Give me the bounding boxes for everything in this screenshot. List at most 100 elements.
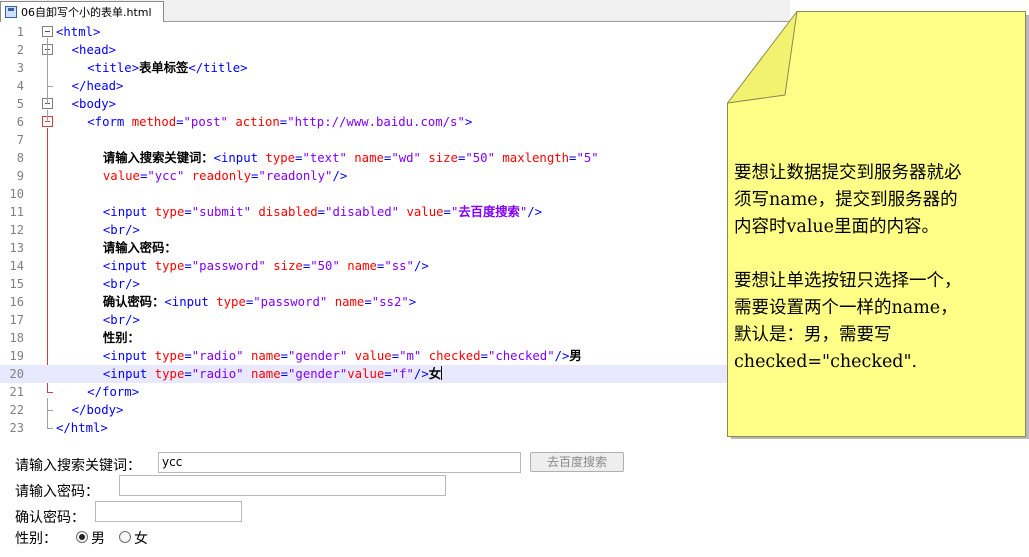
code-token: "radio"	[191, 367, 244, 381]
code-token: type	[154, 259, 185, 273]
line-number: 12	[9, 223, 24, 237]
code-token: "wd"	[391, 151, 421, 165]
code-line[interactable]: 1 <html>	[0, 23, 790, 41]
code-line[interactable]: 4 </head>	[0, 77, 790, 95]
line-number: 11	[9, 205, 24, 219]
code-line[interactable]: 20 <input type="radio" name="gender"valu…	[0, 365, 790, 383]
code-line[interactable]: 6 <form method="post" action="http://www…	[0, 113, 790, 131]
code-line[interactable]: 18 性别：	[0, 329, 790, 347]
line-number: 17	[9, 313, 24, 327]
note-line: 要想让数据提交到服务器就必	[734, 163, 962, 183]
code-token: <input	[102, 259, 155, 273]
code-line[interactable]: 13 请输入密码：	[0, 239, 790, 257]
line-number: 4	[16, 79, 24, 93]
code-line[interactable]: 9 value="ycc" readonly="readonly"/>	[0, 167, 790, 185]
line-number: 10	[9, 187, 24, 201]
code-token: <br/>	[102, 313, 140, 327]
code-text: <input type="radio" name="gender"value="…	[56, 365, 443, 383]
code-token: <form	[87, 115, 132, 129]
code-token: "submit"	[191, 205, 251, 219]
code-text: <br/>	[56, 275, 140, 293]
code-token: "http://www.baidu.com/s"	[287, 115, 465, 129]
code-line[interactable]: 19 <input type="radio" name="gender" val…	[0, 347, 790, 365]
text-caret	[441, 366, 443, 380]
code-text: <br/>	[56, 221, 140, 239]
code-line[interactable]: 5 <body>	[0, 95, 790, 113]
code-line[interactable]: 22 </body>	[0, 401, 790, 419]
note-text: 要想让数据提交到服务器就必 须写name，提交到服务器的 内容时value里面的…	[734, 160, 1026, 376]
code-token: readonly	[191, 169, 252, 183]
password-input[interactable]	[119, 475, 446, 496]
code-token: >	[408, 295, 417, 309]
code-line[interactable]: 12 <br/>	[0, 221, 790, 239]
file-tab-label: 06自卸写个小的表单.html	[21, 6, 152, 19]
line-number: 22	[9, 403, 24, 417]
code-editor[interactable]: 06自卸写个小的表单.html 1 <html> 2 <head> 3 <title>…	[0, 0, 790, 447]
code-token: "f"	[391, 367, 414, 381]
code-line[interactable]: 16 确认密码：<input type="password" name="ss2…	[0, 293, 790, 311]
keyword-input[interactable]: ycc	[158, 452, 521, 473]
code-token: <br/>	[102, 277, 140, 291]
gender-female-radio[interactable]	[119, 531, 131, 543]
code-line[interactable]: 21 </form>	[0, 383, 790, 401]
code-token: 性别：	[102, 331, 140, 345]
code-token: 男	[569, 349, 582, 363]
keyword-label: 请输入搜索关键词：	[15, 458, 141, 474]
code-line[interactable]: 8 请输入搜索关键词：<input type="text" name="wd" …	[0, 149, 790, 167]
code-token: "50"	[310, 259, 340, 273]
code-token: 确认密码：	[102, 295, 165, 309]
line-number: 16	[9, 295, 24, 309]
code-token: <body>	[71, 97, 117, 111]
code-line[interactable]: 23 </html>	[0, 419, 790, 437]
code-token: "ycc"	[147, 169, 185, 183]
code-token: method	[131, 115, 177, 129]
code-line[interactable]: 14 <input type="password" size="50" name…	[0, 257, 790, 275]
code-token: "radio"	[191, 349, 244, 363]
code-token: =	[391, 349, 400, 363]
line-number: 9	[16, 169, 24, 183]
code-token: "password"	[253, 295, 328, 309]
line-number: 2	[16, 43, 24, 57]
password-label: 请输入密码：	[15, 484, 99, 500]
code-token: =	[364, 295, 372, 309]
code-token: />	[413, 367, 429, 381]
line-number: 23	[9, 421, 24, 435]
search-button[interactable]: 去百度搜索	[530, 452, 624, 472]
confirm-password-input[interactable]	[95, 501, 242, 522]
code-text: <input type="password" size="50" name="s…	[56, 257, 429, 275]
note-line: 内容时value里面的内容。	[734, 217, 940, 237]
code-line[interactable]: 15 <br/>	[0, 275, 790, 293]
code-line[interactable]: 2 <head>	[0, 41, 790, 59]
code-token: </title>	[188, 61, 248, 75]
code-token: type	[216, 295, 246, 309]
code-token: "gender"	[288, 349, 348, 363]
code-token: =	[184, 349, 192, 363]
code-token: "ss"	[384, 259, 414, 273]
code-token: <input	[102, 205, 155, 219]
code-line[interactable]: 17 <br/>	[0, 311, 790, 329]
file-tab[interactable]: 06自卸写个小的表单.html	[0, 1, 164, 22]
note-line: checked="checked".	[734, 352, 918, 372]
code-line[interactable]: 7	[0, 131, 790, 149]
code-token: "text"	[302, 151, 347, 165]
code-line[interactable]: 10	[0, 185, 790, 203]
code-token: "post"	[183, 115, 228, 129]
code-token: "checked"	[487, 349, 555, 363]
code-line[interactable]: 3 <title>表单标签</title>	[0, 59, 790, 77]
code-text: <head>	[56, 41, 116, 59]
tab-bar: 06自卸写个小的表单.html	[0, 0, 790, 22]
code-token: name	[354, 151, 384, 165]
code-line[interactable]: 11 <input type="submit" disabled="disabl…	[0, 203, 790, 221]
code-token: "password"	[191, 259, 266, 273]
code-token: 请输入搜索关键词：	[102, 151, 214, 165]
gender-male-radio[interactable]	[76, 531, 88, 543]
code-token: "m"	[399, 349, 422, 363]
